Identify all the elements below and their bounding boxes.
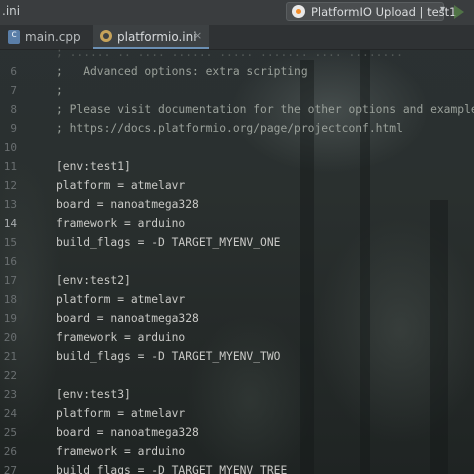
code-line[interactable]: 25 board = nanoatmega328	[0, 424, 474, 443]
run-configuration-label: PlatformIO Upload | test1	[311, 5, 457, 19]
code-line[interactable]: 19 board = nanoatmega328	[0, 310, 474, 329]
code-text: platform = atmelavr	[56, 179, 186, 192]
code-text: platform = atmelavr	[56, 407, 186, 420]
run-icon[interactable]	[454, 5, 464, 19]
code-line[interactable]: 12 platform = atmelavr	[0, 177, 474, 196]
code-line[interactable]: 11 [env:test1]	[0, 158, 474, 177]
code-line[interactable]: 14 framework = arduino	[0, 215, 474, 234]
line-number: 25	[3, 426, 17, 439]
code-text: build_flags = -D TARGET_MYENV_ONE	[56, 236, 281, 249]
line-number: 19	[3, 312, 17, 325]
line-number: 8	[10, 103, 17, 116]
code-line[interactable]: 6 ; Advanced options: extra scripting	[0, 63, 474, 82]
line-number: 15	[3, 236, 17, 249]
code-editor[interactable]: ; ...... .. .... ...... ..... ....... ..…	[0, 46, 474, 474]
code-text: framework = arduino	[56, 217, 186, 230]
code-text: build_flags = -D TARGET_MYENV_TWO	[56, 350, 281, 363]
code-line[interactable]: 10	[0, 139, 474, 158]
project-label: .ini	[2, 4, 21, 18]
code-text: board = nanoatmega328	[56, 426, 199, 439]
line-number: 16	[3, 255, 17, 268]
line-number: 12	[3, 179, 17, 192]
line-number: 11	[3, 160, 17, 173]
code-line[interactable]: 24 platform = atmelavr	[0, 405, 474, 424]
line-number: 9	[10, 122, 17, 135]
top-toolbar: .ini PlatformIO Upload | test1 ▾	[0, 0, 474, 26]
line-number: 21	[3, 350, 17, 363]
ini-file-icon	[100, 30, 112, 42]
line-number: 23	[3, 388, 17, 401]
code-line[interactable]: 26 framework = arduino	[0, 443, 474, 462]
line-number: 6	[10, 65, 17, 78]
code-line[interactable]: 20 framework = arduino	[0, 329, 474, 348]
code-line[interactable]: 15 build_flags = -D TARGET_MYENV_ONE	[0, 234, 474, 253]
code-line[interactable]: ; ...... .. .... ...... ..... ....... ..…	[0, 44, 474, 63]
code-line[interactable]: 23 [env:test3]	[0, 386, 474, 405]
code-text: ;	[56, 84, 63, 97]
close-icon[interactable]: ×	[193, 29, 202, 42]
line-number: 24	[3, 407, 17, 420]
line-number: 22	[3, 369, 17, 382]
code-text: ; ...... .. .... ...... ..... ....... ..…	[56, 46, 403, 59]
code-text: framework = arduino	[56, 445, 186, 458]
code-line[interactable]: 27 build_flags = -D TARGET_MYENV_TREE	[0, 462, 474, 474]
code-text: [env:test3]	[56, 388, 131, 401]
code-text: build_flags = -D TARGET_MYENV_TREE	[56, 464, 288, 474]
line-number: 18	[3, 293, 17, 306]
code-line[interactable]: 9 ; https://docs.platformio.org/page/proj…	[0, 120, 474, 139]
code-line[interactable]: 7;	[0, 82, 474, 101]
line-number: 17	[3, 274, 17, 287]
line-number: 27	[3, 464, 17, 474]
code-text: board = nanoatmega328	[56, 198, 199, 211]
line-number: 10	[3, 141, 17, 154]
code-text: [env:test1]	[56, 160, 131, 173]
code-line[interactable]: 13 board = nanoatmega328	[0, 196, 474, 215]
code-text: ; https://docs.platformio.org/page/proje…	[56, 122, 403, 135]
line-number: 14	[3, 217, 17, 230]
platformio-icon	[292, 5, 305, 18]
code-line[interactable]: 17 [env:test2]	[0, 272, 474, 291]
code-line[interactable]: 16	[0, 253, 474, 272]
run-configuration-select[interactable]: PlatformIO Upload | test1 ▾	[286, 2, 456, 21]
code-text: platform = atmelavr	[56, 293, 186, 306]
line-number: 20	[3, 331, 17, 344]
code-text: ; Please visit documentation for the oth…	[56, 103, 474, 116]
line-number: 7	[10, 84, 17, 97]
cpp-file-icon	[8, 29, 20, 44]
code-line[interactable]: 21 build_flags = -D TARGET_MYENV_TWO	[0, 348, 474, 367]
code-line[interactable]: 22	[0, 367, 474, 386]
code-text: framework = arduino	[56, 331, 186, 344]
code-text: [env:test2]	[56, 274, 131, 287]
code-line[interactable]: 18 platform = atmelavr	[0, 291, 474, 310]
line-number: 13	[3, 198, 17, 211]
chevron-down-icon: ▾	[439, 4, 445, 15]
code-text: ; Advanced options: extra scripting	[56, 65, 308, 78]
code-text: board = nanoatmega328	[56, 312, 199, 325]
line-number: 26	[3, 445, 17, 458]
tab-label: platformio.ini	[117, 30, 197, 44]
tab-label: main.cpp	[25, 30, 81, 44]
code-line[interactable]: 8 ; Please visit documentation for the ot…	[0, 101, 474, 120]
